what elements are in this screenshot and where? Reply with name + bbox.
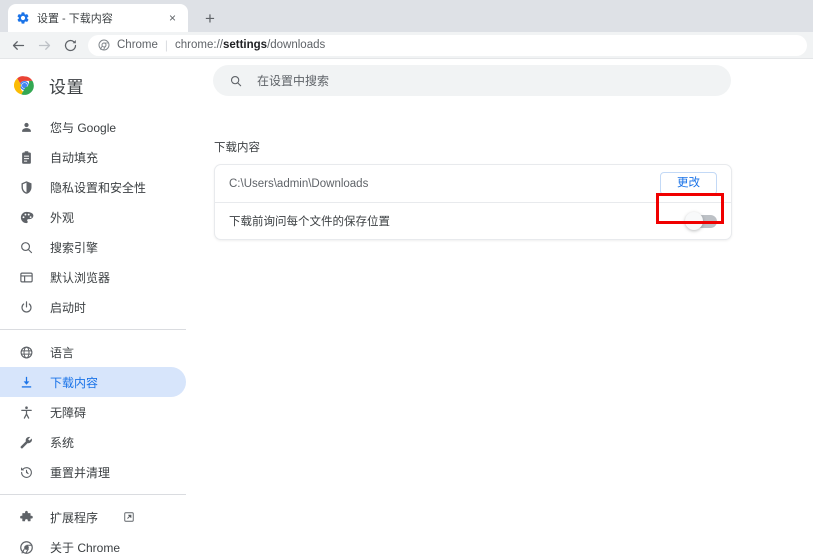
sidebar-item-label: 外观	[50, 210, 75, 225]
clipboard-icon	[18, 149, 34, 165]
toggle-knob	[685, 212, 703, 230]
sidebar-item-default-browser[interactable]: 默认浏览器	[0, 262, 186, 292]
sidebar-item-downloads[interactable]: 下载内容	[0, 367, 186, 397]
ask-where-to-save-label: 下载前询问每个文件的保存位置	[229, 216, 390, 228]
omnibox-url: chrome://settings/downloads	[175, 39, 325, 51]
section-title-downloads: 下载内容	[214, 142, 260, 154]
sidebar-group-1: 您与 Google 自动填充 隐私设置和安全性 外观 搜索引擎 默认浏览器 启动…	[0, 106, 205, 322]
close-icon[interactable]: ×	[165, 11, 180, 26]
browser-toolbar: Chrome | chrome://settings/downloads	[0, 32, 813, 59]
tab-strip: 设置 - 下载内容 × +	[0, 0, 813, 32]
omnibox-separator: |	[164, 38, 169, 52]
sidebar-group-2: 语言 下载内容 无障碍 系统 重置并清理	[0, 337, 205, 487]
new-tab-button[interactable]: +	[197, 5, 223, 31]
puzzle-icon	[18, 509, 34, 525]
globe-icon	[18, 344, 34, 360]
url-bold: settings	[222, 39, 268, 51]
address-bar[interactable]: Chrome | chrome://settings/downloads	[88, 34, 807, 56]
settings-sidebar: 设置 您与 Google 自动填充 隐私设置和安全性 外观 搜索引擎 默认浏览器…	[0, 60, 205, 557]
download-location-path: C:\Users\admin\Downloads	[229, 177, 369, 190]
sidebar-item-label: 无障碍	[50, 405, 87, 420]
sidebar-item-system[interactable]: 系统	[0, 427, 186, 457]
settings-main: 在设置中搜索 下载内容 C:\Users\admin\Downloads 更改 …	[205, 60, 813, 557]
power-icon	[18, 299, 34, 315]
back-icon[interactable]	[6, 34, 30, 56]
browser-window-icon	[18, 269, 34, 285]
sidebar-item-on-startup[interactable]: 启动时	[0, 292, 186, 322]
sidebar-divider-2	[0, 494, 186, 495]
page-title: 设置	[49, 77, 84, 97]
sidebar-item-label: 扩展程序	[50, 510, 99, 525]
settings-page: 设置 您与 Google 自动填充 隐私设置和安全性 外观 搜索引擎 默认浏览器…	[0, 60, 813, 557]
sidebar-item-label: 启动时	[50, 300, 87, 315]
person-icon	[18, 119, 34, 135]
toggle-track	[685, 212, 717, 230]
sidebar-item-privacy-and-security[interactable]: 隐私设置和安全性	[0, 172, 186, 202]
ask-where-to-save-toggle[interactable]	[673, 210, 717, 232]
sidebar-item-label: 关于 Chrome	[50, 540, 121, 555]
sidebar-item-search-engine[interactable]: 搜索引擎	[0, 232, 186, 262]
reload-icon[interactable]	[58, 34, 82, 56]
sidebar-item-autofill[interactable]: 自动填充	[0, 142, 186, 172]
search-area: 在设置中搜索	[205, 60, 813, 96]
sidebar-item-label: 搜索引擎	[50, 240, 99, 255]
chrome-logo-icon	[98, 39, 110, 51]
search-input[interactable]: 在设置中搜索	[213, 65, 731, 96]
accessibility-icon	[18, 404, 34, 420]
palette-icon	[18, 209, 34, 225]
url-suffix: /downloads	[267, 39, 326, 51]
url-prefix: chrome://	[175, 39, 223, 51]
sidebar-divider-1	[0, 329, 186, 330]
sidebar-item-about-chrome[interactable]: 关于 Chrome	[0, 532, 186, 557]
sidebar-item-label: 重置并清理	[50, 465, 111, 480]
sidebar-item-label: 下载内容	[50, 375, 99, 390]
sidebar-group-3: 扩展程序 关于 Chrome	[0, 502, 205, 557]
tab-settings[interactable]: 设置 - 下载内容 ×	[8, 4, 188, 32]
search-icon	[18, 239, 34, 255]
change-location-button[interactable]: 更改	[660, 171, 717, 196]
settings-brand: 设置	[0, 64, 205, 106]
shield-icon	[18, 179, 34, 195]
restore-icon	[18, 464, 34, 480]
wrench-icon	[18, 434, 34, 450]
sidebar-item-label: 系统	[50, 435, 75, 450]
external-link-icon[interactable]	[123, 511, 135, 523]
sidebar-item-appearance[interactable]: 外观	[0, 202, 186, 232]
sidebar-item-reset-and-clean-up[interactable]: 重置并清理	[0, 457, 186, 487]
downloads-settings-card: C:\Users\admin\Downloads 更改 下载前询问每个文件的保存…	[214, 164, 732, 240]
search-placeholder: 在设置中搜索	[257, 74, 330, 88]
sidebar-item-label: 语言	[50, 345, 75, 360]
sidebar-item-label: 自动填充	[50, 150, 99, 165]
sidebar-item-you-and-google[interactable]: 您与 Google	[0, 112, 186, 142]
gear-icon	[17, 12, 29, 24]
sidebar-item-label: 隐私设置和安全性	[50, 180, 147, 195]
forward-icon	[32, 34, 56, 56]
download-icon	[18, 374, 34, 390]
sidebar-item-label: 您与 Google	[50, 120, 117, 135]
sidebar-item-extensions[interactable]: 扩展程序	[0, 502, 186, 532]
ask-where-to-save-row: 下载前询问每个文件的保存位置	[215, 202, 731, 239]
chrome-logo-icon	[14, 75, 34, 95]
chrome-logo-icon	[18, 539, 34, 555]
download-location-row: C:\Users\admin\Downloads 更改	[215, 165, 731, 202]
browser-window: 设置 - 下载内容 × + Chrome | chrome://settings…	[0, 0, 813, 557]
search-icon	[230, 75, 242, 86]
omnibox-chip-label: Chrome	[117, 39, 158, 51]
sidebar-item-accessibility[interactable]: 无障碍	[0, 397, 186, 427]
sidebar-item-label: 默认浏览器	[50, 270, 111, 285]
tab-title: 设置 - 下载内容	[37, 13, 113, 25]
sidebar-item-languages[interactable]: 语言	[0, 337, 186, 367]
